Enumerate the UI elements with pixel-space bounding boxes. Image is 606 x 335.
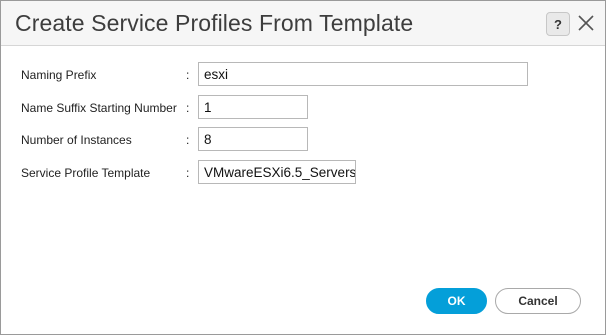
instances-label: Number of Instances bbox=[21, 133, 132, 147]
instances-colon: : bbox=[186, 133, 190, 147]
close-button[interactable] bbox=[576, 13, 596, 33]
template-colon: : bbox=[186, 166, 190, 180]
template-row: Service Profile Template : VMwareESXi6.5… bbox=[1, 160, 605, 186]
close-icon bbox=[578, 15, 594, 31]
naming-prefix-row: Naming Prefix : esxi bbox=[1, 62, 605, 88]
ok-button[interactable]: OK bbox=[426, 288, 487, 314]
template-input[interactable]: VMwareESXi6.5_Servers bbox=[198, 160, 356, 184]
suffix-start-row: Name Suffix Starting Number : 1 bbox=[1, 95, 605, 121]
suffix-start-input[interactable]: 1 bbox=[198, 95, 308, 119]
suffix-start-colon: : bbox=[186, 101, 190, 115]
instances-input[interactable]: 8 bbox=[198, 127, 308, 151]
template-label: Service Profile Template bbox=[21, 166, 151, 180]
instances-row: Number of Instances : 8 bbox=[1, 127, 605, 153]
naming-prefix-input[interactable]: esxi bbox=[198, 62, 528, 86]
naming-prefix-colon: : bbox=[186, 68, 190, 82]
question-icon: ? bbox=[554, 16, 562, 32]
suffix-start-label: Name Suffix Starting Number bbox=[21, 101, 177, 115]
dialog-title: Create Service Profiles From Template bbox=[15, 10, 414, 36]
dialog-header: Create Service Profiles From Template ? bbox=[1, 1, 605, 46]
cancel-button[interactable]: Cancel bbox=[495, 288, 581, 314]
create-service-profiles-dialog: Create Service Profiles From Template ? … bbox=[0, 0, 606, 335]
naming-prefix-label: Naming Prefix bbox=[21, 68, 97, 82]
help-button[interactable]: ? bbox=[546, 12, 570, 36]
